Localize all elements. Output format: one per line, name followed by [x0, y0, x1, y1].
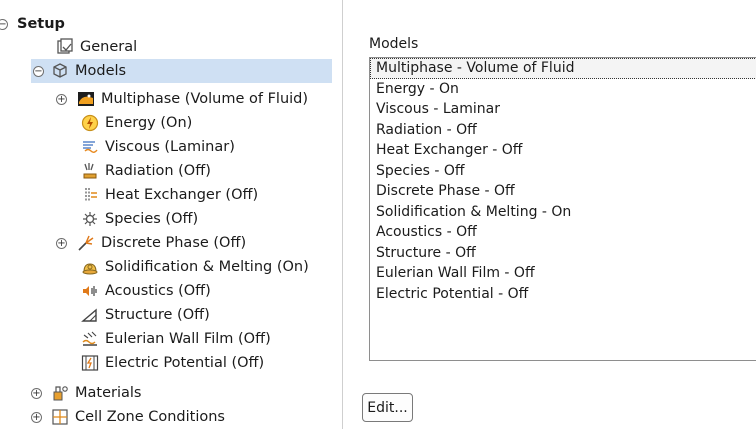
tree-label-heat-exchanger: Heat Exchanger (Off): [105, 187, 259, 203]
tree-label-models: Models: [75, 63, 127, 79]
tree-label-general: General: [80, 39, 138, 55]
tree-label-cell-zone: Cell Zone Conditions: [75, 409, 225, 425]
list-item[interactable]: Viscous - Laminar: [370, 99, 756, 120]
tree-node-viscous[interactable]: Viscous (Laminar): [81, 135, 235, 159]
tree-node-radiation[interactable]: Radiation (Off): [81, 159, 211, 183]
structure-icon: [81, 306, 99, 324]
tree-node-eulerian-wall-film[interactable]: Eulerian Wall Film (Off): [81, 327, 271, 351]
tree-node-solidification[interactable]: Solidification & Melting (On): [81, 255, 309, 279]
electric-potential-icon: [81, 354, 99, 372]
tree-label-species: Species (Off): [105, 211, 199, 227]
tree-node-multiphase[interactable]: + Multiphase (Volume of Fluid): [56, 87, 308, 111]
tree-node-discrete-phase[interactable]: + Discrete Phase (Off): [56, 231, 246, 255]
tree-node-general[interactable]: General: [56, 35, 137, 59]
eulerian-wall-film-icon: [81, 330, 99, 348]
energy-icon: [81, 114, 99, 132]
list-item[interactable]: Electric Potential - Off: [370, 284, 756, 305]
models-icon: [51, 62, 69, 80]
tree-label-energy: Energy (On): [105, 115, 193, 131]
tree-node-structure[interactable]: Structure (Off): [81, 303, 210, 327]
tree-label-radiation: Radiation (Off): [105, 163, 211, 179]
tree-node-setup[interactable]: − Setup: [0, 12, 65, 36]
outline-tree: − Setup General − Models + Multiphase (V…: [0, 0, 338, 429]
tree-label-electric-potential: Electric Potential (Off): [105, 355, 265, 371]
tree-node-acoustics[interactable]: Acoustics (Off): [81, 279, 211, 303]
tree-label-solidification: Solidification & Melting (On): [105, 259, 309, 275]
tree-label-eulerian-wall-film: Eulerian Wall Film (Off): [105, 331, 271, 347]
tree-node-materials[interactable]: + Materials: [31, 381, 141, 405]
list-item[interactable]: Heat Exchanger - Off: [370, 140, 756, 161]
collapse-toggle-models[interactable]: −: [33, 65, 44, 77]
tree-label-viscous: Viscous (Laminar): [105, 139, 235, 155]
tree-label-acoustics: Acoustics (Off): [105, 283, 211, 299]
expand-toggle-cell-zone[interactable]: +: [31, 411, 42, 423]
models-list[interactable]: Multiphase - Volume of Fluid Energy - On…: [369, 57, 756, 361]
acoustics-icon: [81, 282, 99, 300]
viscous-icon: [81, 138, 99, 156]
list-item[interactable]: Multiphase - Volume of Fluid: [370, 58, 756, 79]
multiphase-icon: [77, 90, 95, 108]
tree-node-species[interactable]: Species (Off): [81, 207, 198, 231]
list-item[interactable]: Structure - Off: [370, 243, 756, 264]
species-icon: [81, 210, 99, 228]
list-item[interactable]: Discrete Phase - Off: [370, 181, 756, 202]
tree-label-materials: Materials: [75, 385, 142, 401]
collapse-toggle-setup[interactable]: −: [0, 18, 8, 30]
list-item[interactable]: Energy - On: [370, 79, 756, 100]
discrete-phase-icon: [77, 234, 95, 252]
list-item[interactable]: Radiation - Off: [370, 120, 756, 141]
edit-button[interactable]: Edit...: [362, 393, 413, 422]
tree-node-energy[interactable]: Energy (On): [81, 111, 192, 135]
radiation-icon: [81, 162, 99, 180]
tree-node-electric-potential[interactable]: Electric Potential (Off): [81, 351, 264, 375]
solidification-icon: [81, 258, 99, 276]
tree-label-multiphase: Multiphase (Volume of Fluid): [101, 91, 309, 107]
materials-icon: [51, 384, 69, 402]
tree-node-heat-exchanger[interactable]: Heat Exchanger (Off): [81, 183, 258, 207]
list-item[interactable]: Eulerian Wall Film - Off: [370, 263, 756, 284]
tree-label-structure: Structure (Off): [105, 307, 210, 323]
list-item[interactable]: Solidification & Melting - On: [370, 202, 756, 223]
expand-toggle-discrete-phase[interactable]: +: [56, 237, 67, 249]
cell-zone-icon: [51, 408, 69, 426]
expand-toggle-multiphase[interactable]: +: [56, 93, 67, 105]
panel-divider[interactable]: [342, 0, 343, 429]
expand-toggle-materials[interactable]: +: [31, 387, 42, 399]
tree-label-discrete-phase: Discrete Phase (Off): [101, 235, 247, 251]
list-item[interactable]: Species - Off: [370, 161, 756, 182]
tree-node-cell-zone-conditions[interactable]: + Cell Zone Conditions: [31, 405, 225, 429]
tree-label-setup: Setup: [17, 16, 65, 32]
heat-exchanger-icon: [81, 186, 99, 204]
list-item[interactable]: Acoustics - Off: [370, 222, 756, 243]
general-icon: [56, 38, 74, 56]
models-panel-title: Models: [369, 36, 419, 52]
tree-node-models[interactable]: − Models: [31, 59, 332, 83]
